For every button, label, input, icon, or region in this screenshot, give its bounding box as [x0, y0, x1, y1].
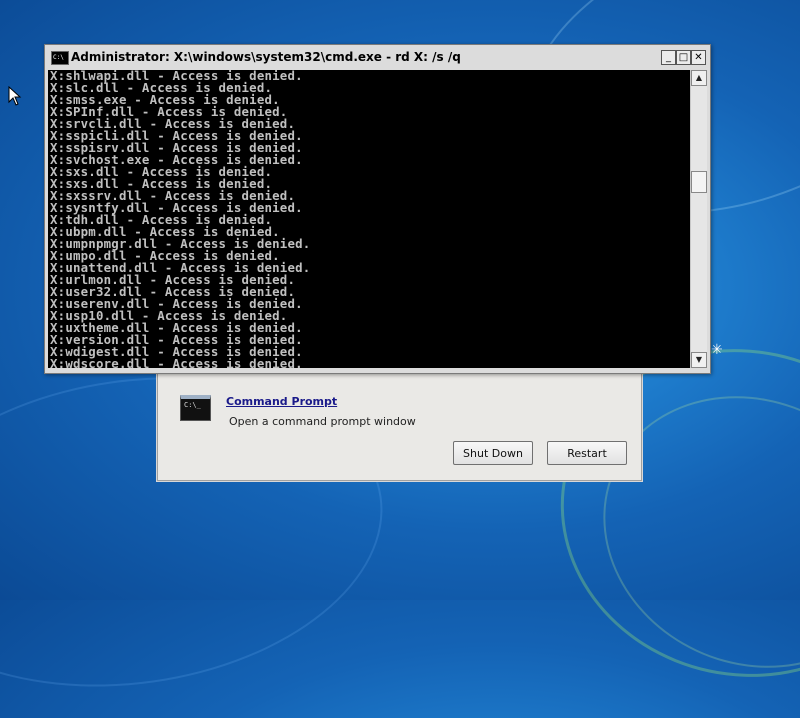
window-title: Administrator: X:\windows\system32\cmd.e…: [71, 50, 461, 64]
minimize-button[interactable]: _: [661, 50, 676, 65]
scrollbar-thumb[interactable]: [691, 171, 707, 193]
command-prompt-link[interactable]: Command Prompt: [226, 395, 337, 408]
shut-down-button[interactable]: Shut Down: [453, 441, 533, 465]
console-line: X:wdscore.dll - Access is denied.: [50, 356, 303, 368]
restart-button[interactable]: Restart: [547, 441, 627, 465]
sparkle-icon: ✳: [711, 342, 723, 358]
console-lines: X:shlwapi.dll - Access is denied. X:slc.d…: [48, 70, 690, 368]
command-prompt-description: Open a command prompt window: [229, 415, 416, 428]
recovery-options-dialog: C:\_ Command Prompt Open a command promp…: [157, 366, 642, 481]
window-titlebar[interactable]: C:\ Administrator: X:\windows\system32\c…: [47, 47, 708, 68]
console-output[interactable]: X:shlwapi.dll - Access is denied. X:slc.d…: [48, 70, 690, 368]
close-button[interactable]: ✕: [691, 50, 706, 65]
scroll-up-icon[interactable]: ▲: [691, 70, 707, 86]
command-prompt-icon[interactable]: C:\_: [180, 395, 211, 421]
mouse-cursor-icon: [8, 86, 22, 106]
cmd-window[interactable]: C:\ Administrator: X:\windows\system32\c…: [44, 44, 711, 374]
cmd-window-icon[interactable]: C:\: [51, 51, 69, 65]
scroll-down-icon[interactable]: ▼: [691, 352, 707, 368]
vertical-scrollbar[interactable]: ▲ ▼: [690, 70, 707, 368]
maximize-button[interactable]: □: [676, 50, 691, 65]
